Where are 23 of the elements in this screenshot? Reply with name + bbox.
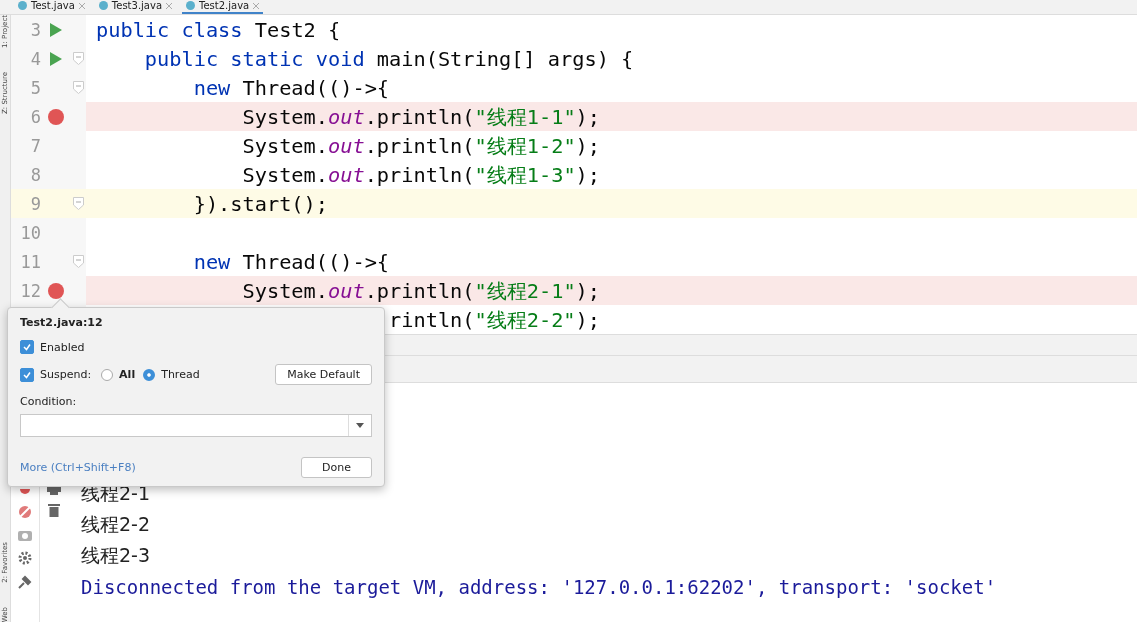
checkbox-label: Suspend: bbox=[40, 368, 92, 381]
console-line: Disconnected from the target VM, address: '127.0.0.1:62202', transport: 'socket' bbox=[81, 574, 998, 600]
line-number: 12 bbox=[19, 280, 41, 301]
line-number: 8 bbox=[29, 164, 41, 185]
line-number: 10 bbox=[19, 222, 41, 243]
editor-tab[interactable]: Test.java bbox=[14, 0, 89, 14]
checkbox-label: Enabled bbox=[40, 340, 85, 354]
line-number: 7 bbox=[29, 135, 41, 156]
line-number: 11 bbox=[19, 251, 41, 272]
line-number: 6 bbox=[29, 106, 41, 127]
make-default-button[interactable]: Make Default bbox=[275, 364, 372, 385]
condition-label: Condition: bbox=[20, 395, 78, 408]
console-line: 线程2-2 bbox=[81, 511, 152, 537]
radio-label: All bbox=[119, 368, 136, 381]
radio-label: Thread bbox=[161, 368, 200, 381]
line-number: 3 bbox=[29, 19, 41, 40]
more-link[interactable]: More (Ctrl+Shift+F8) bbox=[20, 461, 136, 474]
console-line: 线程2-3 bbox=[81, 542, 152, 568]
done-button[interactable]: Done bbox=[301, 457, 372, 478]
line-number: 4 bbox=[29, 48, 41, 69]
line-number: 5 bbox=[29, 77, 41, 98]
line-number: 9 bbox=[29, 193, 41, 214]
editor-tab[interactable]: Test3.java bbox=[94, 0, 176, 14]
